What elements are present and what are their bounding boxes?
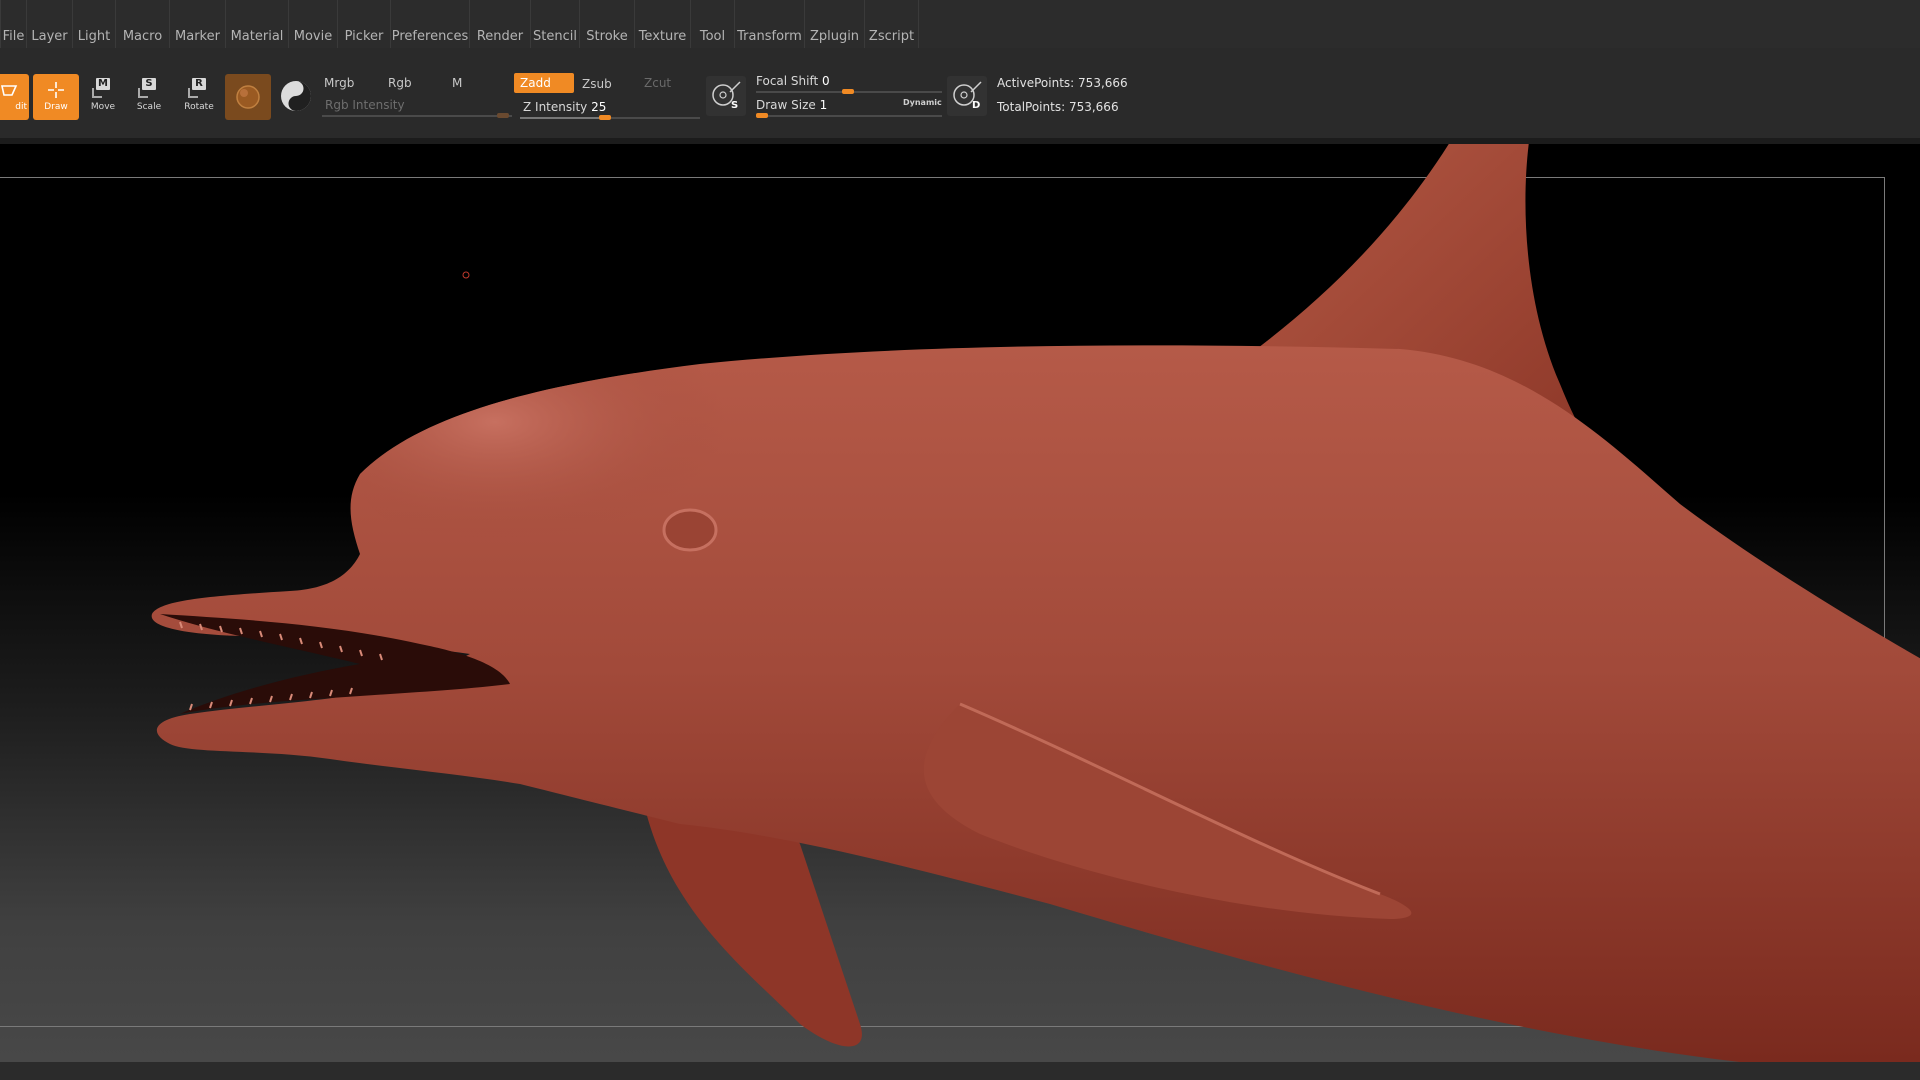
menu-stencil[interactable]: Stencil [530,0,579,48]
rgb-intensity-knob[interactable] [497,113,509,118]
rgb-label: Rgb [388,76,412,90]
menu-macro-label: Macro [122,29,163,44]
move-key-icon: M [92,78,110,98]
menu-stroke[interactable]: Stroke [579,0,634,48]
menu-zplugin[interactable]: Zplugin [804,0,864,48]
menu-texture[interactable]: Texture [634,0,690,48]
dolphin-model[interactable] [0,144,1920,1062]
z-intensity-knob[interactable] [598,115,611,120]
menu-layer-label: Layer [31,29,68,44]
material-sphere-icon [236,85,260,109]
menu-render-label: Render [476,29,524,44]
zcut-label: Zcut [644,76,672,90]
menu-transform[interactable]: Transform [734,0,804,48]
menu-movie-label: Movie [293,29,333,44]
focal-shift-curve-button[interactable]: S [706,76,746,116]
menu-texture-label: Texture [638,29,687,44]
s-badge-icon: S [731,100,739,111]
menu-picker-label: Picker [344,29,384,44]
menu-stroke-label: Stroke [586,29,628,44]
menu-render[interactable]: Render [469,0,530,48]
move-button[interactable]: M Move [80,74,126,120]
menu-stencil-label: Stencil [533,29,577,44]
z-intensity-text: Z Intensity [523,100,588,114]
rotate-label: Rotate [184,102,214,112]
edit-button[interactable]: dit [0,74,29,120]
focal-shift-label: Focal Shift 0 [756,74,830,88]
scale-label: Scale [136,102,162,112]
active-points-value: 753,666 [1078,76,1128,90]
draw-size-dynamic-button[interactable]: D [947,76,987,116]
brush-size-icon [953,81,982,106]
draw-size-text: Draw Size [756,98,816,112]
zadd-toggle[interactable]: Zadd [514,73,574,93]
menu-marker-label: Marker [175,29,220,44]
menu-light-label: Light [77,29,111,44]
menu-marker[interactable]: Marker [169,0,225,48]
draw-size-slider[interactable] [756,115,942,117]
focal-shift-text: Focal Shift [756,74,819,88]
menu-transform-label: Transform [737,29,802,44]
material-swatch[interactable] [225,74,271,120]
menu-tool[interactable]: Tool [690,0,734,48]
menu-layer[interactable]: Layer [26,0,72,48]
status-bar [0,1062,1920,1080]
rgb-intensity-slider[interactable] [322,115,512,117]
zadd-label: Zadd [520,76,551,90]
draw-size-value: 1 [819,98,828,112]
z-intensity-label: Z Intensity 25 [523,100,606,114]
brush-curve-icon [712,81,741,106]
color-swatch[interactable] [276,76,316,116]
menu-zplugin-label: Zplugin [809,29,860,44]
m-label: M [452,76,463,90]
menu-preferences-label: Preferences [391,29,469,44]
menu-zscript[interactable]: Zscript [864,0,919,48]
zsub-toggle[interactable]: Zsub [576,74,636,94]
menu-file[interactable]: File [0,0,26,48]
menu-file-label: File [2,29,25,44]
menu-material-label: Material [230,29,284,44]
menu-macro[interactable]: Macro [115,0,169,48]
m-toggle[interactable]: M [446,73,508,93]
draw-size-knob[interactable] [756,113,768,118]
menu-movie[interactable]: Movie [288,0,337,48]
move-label: Move [90,102,116,112]
active-points-label: ActivePoints: [997,76,1075,90]
z-intensity-value: 25 [591,100,607,114]
rotate-key-icon: R [188,78,206,98]
scale-key-icon: S [138,78,156,98]
focal-shift-knob[interactable] [842,89,854,94]
rgb-toggle[interactable]: Rgb [382,73,444,93]
total-points-value: 753,666 [1068,100,1119,114]
mrgb-toggle[interactable]: Mrgb [318,73,380,93]
draw-label: Draw [44,102,68,112]
rgb-intensity-label: Rgb Intensity [325,98,405,112]
total-points-label: TotalPoints: [997,100,1066,114]
edit-label: dit [15,102,27,112]
color-sphere-icon [281,81,311,111]
mrgb-label: Mrgb [324,76,355,90]
menu-light[interactable]: Light [72,0,115,48]
d-badge-icon: D [972,100,981,111]
focal-shift-value: 0 [822,74,830,88]
draw-size-label: Draw Size 1 [756,98,827,112]
draw-icon [48,82,64,98]
canvas-viewport[interactable] [0,144,1920,1062]
menu-material[interactable]: Material [225,0,288,48]
total-points: TotalPoints: 753,666 [997,100,1119,114]
scale-button[interactable]: S Scale [126,74,172,120]
draw-button[interactable]: Draw [33,74,79,120]
dynamic-toggle[interactable]: Dynamic [903,98,942,107]
menu-zscript-label: Zscript [868,29,915,44]
edit-icon [1,85,18,96]
z-intensity-fill [520,117,599,119]
zcut-toggle[interactable]: Zcut [638,73,698,93]
active-points: ActivePoints: 753,666 [997,76,1128,90]
zsub-label: Zsub [582,77,612,91]
menu-bar: File Layer Light Macro Marker Material M… [0,0,1920,48]
menu-preferences[interactable]: Preferences [390,0,469,48]
rotate-button[interactable]: R Rotate [176,74,222,120]
menu-picker[interactable]: Picker [337,0,390,48]
menu-tool-label: Tool [699,29,726,44]
